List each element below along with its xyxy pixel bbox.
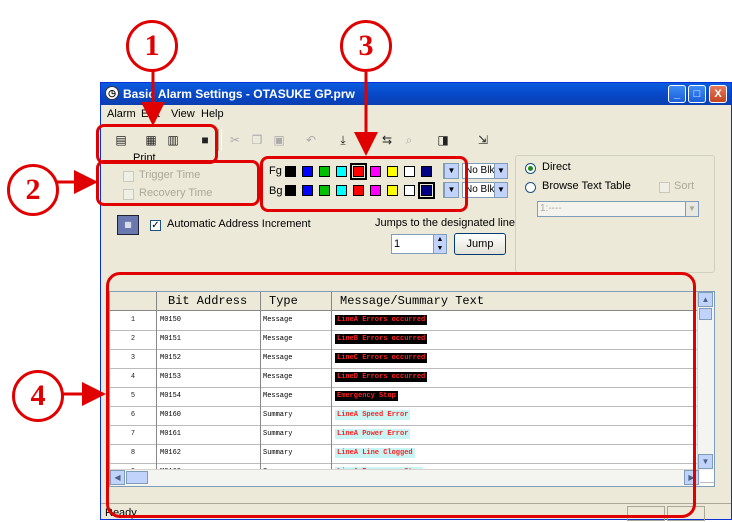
callout-3: 3	[340, 20, 392, 72]
callout-arrows	[56, 70, 378, 406]
callout-4: 4	[12, 370, 64, 422]
callout-1: 1	[126, 20, 178, 72]
callout-2: 2	[7, 164, 59, 216]
